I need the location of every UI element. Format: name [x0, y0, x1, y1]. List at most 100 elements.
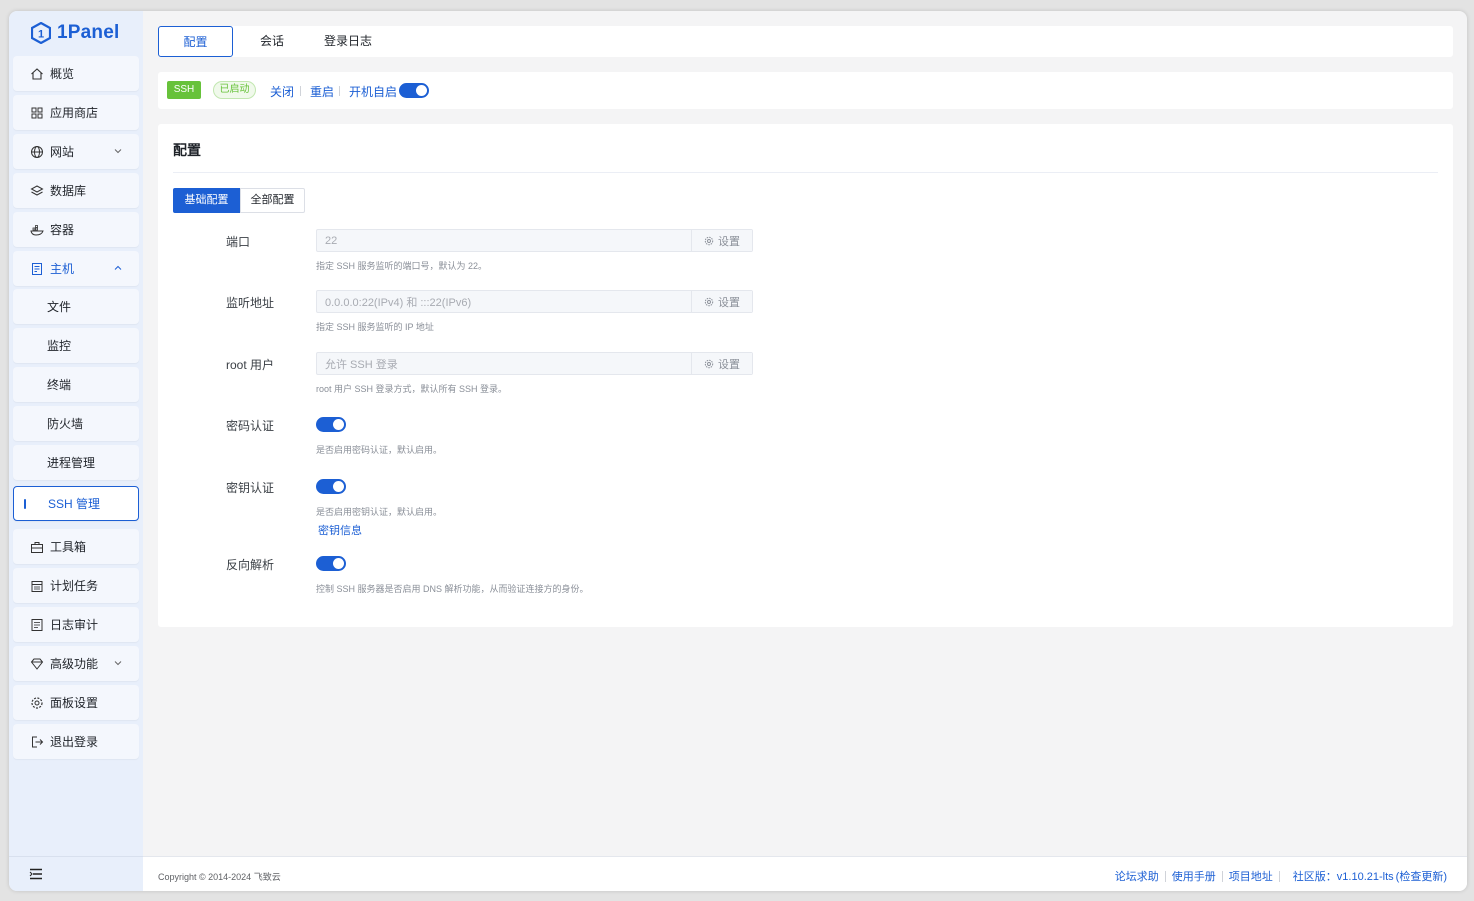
sidebar-item-label: 文件 [47, 300, 72, 314]
tab-bar: 配置 会话 登录日志 [158, 26, 1453, 57]
divider [173, 172, 1438, 173]
sidebar-item-overview[interactable]: 概览 [13, 56, 139, 91]
root-set-button[interactable]: 设置 [691, 353, 752, 374]
manual-link[interactable]: 使用手册 [1172, 868, 1216, 884]
logo[interactable]: 1 1Panel [31, 20, 119, 46]
logo-text: 1Panel [57, 22, 120, 43]
sidebar-item-monitor[interactable]: 监控 [13, 328, 139, 363]
sidebar-item-label: 计划任务 [50, 579, 99, 593]
key-auth-help: 是否启用密钥认证，默认启用。 [316, 507, 443, 517]
collapse-menu-icon[interactable] [29, 868, 43, 880]
sidebar-item-website[interactable]: 网站 [13, 134, 139, 169]
sidebar-item-process[interactable]: 进程管理 [13, 445, 139, 480]
sidebar-item-label: SSH 管理 [48, 497, 101, 511]
sidebar-item-app-store[interactable]: 应用商店 [13, 95, 139, 130]
root-field: 设置 [316, 352, 753, 375]
container-icon [30, 223, 44, 237]
forum-link[interactable]: 论坛求助 [1115, 868, 1159, 884]
key-auth-label: 密钥认证 [226, 481, 275, 495]
sidebar-item-label: 监控 [47, 339, 72, 353]
tab-sessions[interactable]: 会话 [260, 26, 284, 57]
listen-field: 设置 [316, 290, 753, 313]
main-content: 配置 会话 登录日志 SSH 已启动 关闭 重启 开机自启 配置 基础配置 全部… [143, 11, 1467, 891]
divider [1278, 870, 1280, 882]
calendar-icon [30, 579, 44, 593]
sidebar-item-advanced[interactable]: 高级功能 [13, 646, 139, 681]
sidebar-item-label: 高级功能 [50, 657, 99, 671]
divider [1221, 870, 1223, 882]
key-auth-toggle[interactable] [316, 479, 346, 494]
port-field: 设置 [316, 229, 753, 252]
listen-input[interactable] [317, 291, 692, 312]
sidebar-item-database[interactable]: 数据库 [13, 173, 139, 208]
root-help: root 用户 SSH 登录方式，默认所有 SSH 登录。 [316, 384, 508, 394]
sidebar-item-label: 日志审计 [50, 618, 99, 632]
root-label: root 用户 [226, 358, 275, 372]
host-icon [30, 262, 44, 276]
sidebar-item-firewall[interactable]: 防火墙 [13, 406, 139, 441]
gear-icon [30, 696, 44, 710]
sidebar-item-log-audit[interactable]: 日志审计 [13, 607, 139, 642]
basic-config-button[interactable]: 基础配置 [173, 188, 240, 213]
config-card: 配置 基础配置 全部配置 端口 设置 指定 SSH 服务监听的端口号，默认为 2… [158, 124, 1453, 627]
sidebar-item-label: 数据库 [50, 184, 87, 198]
chevron-down-icon [114, 149, 122, 154]
tab-login-log[interactable]: 登录日志 [324, 26, 372, 57]
all-config-button[interactable]: 全部配置 [240, 188, 305, 213]
app-window: 1 1Panel 概览 应用商店 网站 数据库 容器 主机 文件 监控 终端 防… [9, 11, 1467, 891]
logout-icon [30, 735, 44, 749]
autostart-toggle[interactable] [399, 83, 429, 98]
sidebar-item-label: 应用商店 [50, 106, 99, 120]
copyright: Copyright © 2014-2024 飞致云 [158, 872, 281, 882]
sidebar-footer [9, 856, 143, 891]
footer-links: 论坛求助 使用手册 项目地址 社区版：v1.10.21-lts (检查更新) [1115, 868, 1447, 884]
sidebar-item-container[interactable]: 容器 [13, 212, 139, 247]
divider [339, 86, 340, 96]
root-input[interactable] [317, 353, 692, 374]
listen-help: 指定 SSH 服务监听的 IP 地址 [316, 322, 434, 332]
logo-icon: 1 [31, 22, 51, 44]
sidebar-item-host[interactable]: 主机 [13, 251, 139, 286]
sidebar-item-label: 退出登录 [50, 735, 99, 749]
sidebar-item-ssh[interactable]: SSH 管理 [13, 486, 139, 521]
grid-icon [30, 106, 44, 120]
project-link[interactable]: 项目地址 [1229, 868, 1273, 884]
sidebar-item-toolbox[interactable]: 工具箱 [13, 529, 139, 564]
sidebar-item-label: 概览 [50, 67, 75, 81]
reverse-dns-label: 反向解析 [226, 558, 275, 572]
globe-icon [30, 145, 44, 159]
reverse-dns-toggle[interactable] [316, 556, 346, 571]
log-icon [30, 618, 44, 632]
port-input[interactable] [317, 230, 692, 251]
sidebar-item-label: 进程管理 [47, 456, 96, 470]
divider [300, 86, 301, 96]
password-auth-toggle[interactable] [316, 417, 346, 432]
key-info-link[interactable]: 密钥信息 [318, 522, 362, 538]
gear-icon [704, 297, 714, 306]
reverse-dns-help: 控制 SSH 服务器是否启用 DNS 解析功能，从而验证连接方的身份。 [316, 584, 589, 594]
set-label: 设置 [718, 235, 740, 248]
check-update-link[interactable]: (检查更新) [1396, 868, 1447, 884]
restart-button[interactable]: 重启 [310, 83, 334, 100]
port-set-button[interactable]: 设置 [691, 230, 752, 251]
footer: Copyright © 2014-2024 飞致云 论坛求助 使用手册 项目地址… [143, 856, 1467, 891]
sidebar-item-label: 工具箱 [50, 540, 87, 554]
svg-text:1: 1 [38, 29, 44, 41]
listen-label: 监听地址 [226, 296, 275, 310]
home-icon [30, 67, 44, 81]
service-status-bar: SSH 已启动 关闭 重启 开机自启 [158, 72, 1453, 109]
tab-config[interactable]: 配置 [158, 26, 233, 57]
sidebar-item-cron[interactable]: 计划任务 [13, 568, 139, 603]
sidebar-item-files[interactable]: 文件 [13, 289, 139, 324]
gear-icon [704, 359, 714, 368]
listen-set-button[interactable]: 设置 [691, 291, 752, 312]
sidebar-item-terminal[interactable]: 终端 [13, 367, 139, 402]
diamond-icon [30, 657, 44, 671]
sidebar-item-label: 面板设置 [50, 696, 99, 710]
sidebar-item-logout[interactable]: 退出登录 [13, 724, 139, 759]
toolbox-icon [30, 540, 44, 554]
sidebar-item-settings[interactable]: 面板设置 [13, 685, 139, 720]
sidebar-item-label: 防火墙 [47, 417, 84, 431]
stop-button[interactable]: 关闭 [270, 83, 294, 100]
set-label: 设置 [718, 296, 740, 309]
